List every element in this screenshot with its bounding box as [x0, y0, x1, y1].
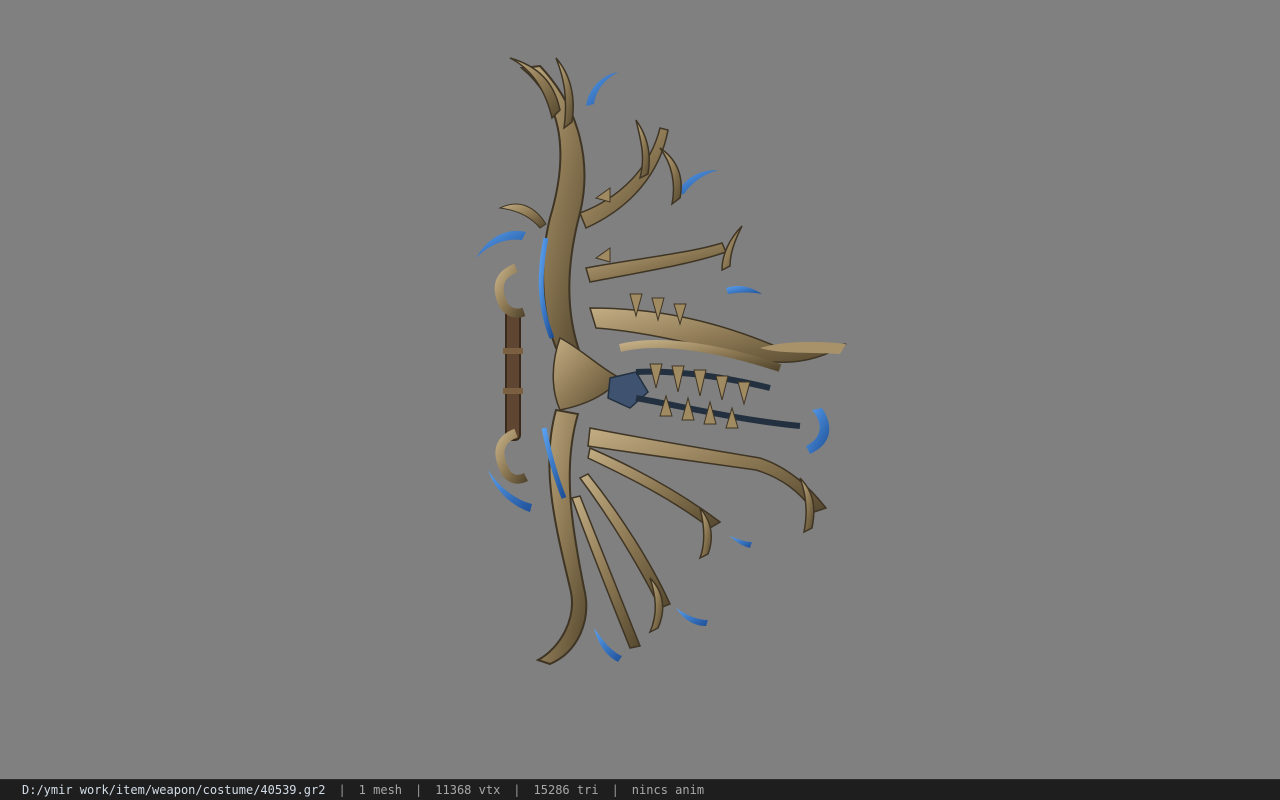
file-path: D:/ymir work/item/weapon/costume/40539.g… [22, 783, 326, 797]
separator: | [611, 783, 619, 797]
mesh-count: 1 mesh [358, 783, 403, 797]
upper-fins [579, 119, 847, 363]
separator: | [338, 783, 346, 797]
triangle-count: 15286 tri [533, 783, 599, 797]
3d-viewport[interactable] [0, 0, 1280, 779]
separator: | [513, 783, 521, 797]
animation-status: nincs anim [631, 783, 705, 797]
separator: | [415, 783, 423, 797]
vertex-count: 11368 vtx [435, 783, 501, 797]
bow-grip [494, 263, 529, 484]
bow-weapon-model [476, 57, 847, 666]
lower-fins [571, 427, 828, 649]
status-bar: D:/ymir work/item/weapon/costume/40539.g… [0, 779, 1280, 800]
